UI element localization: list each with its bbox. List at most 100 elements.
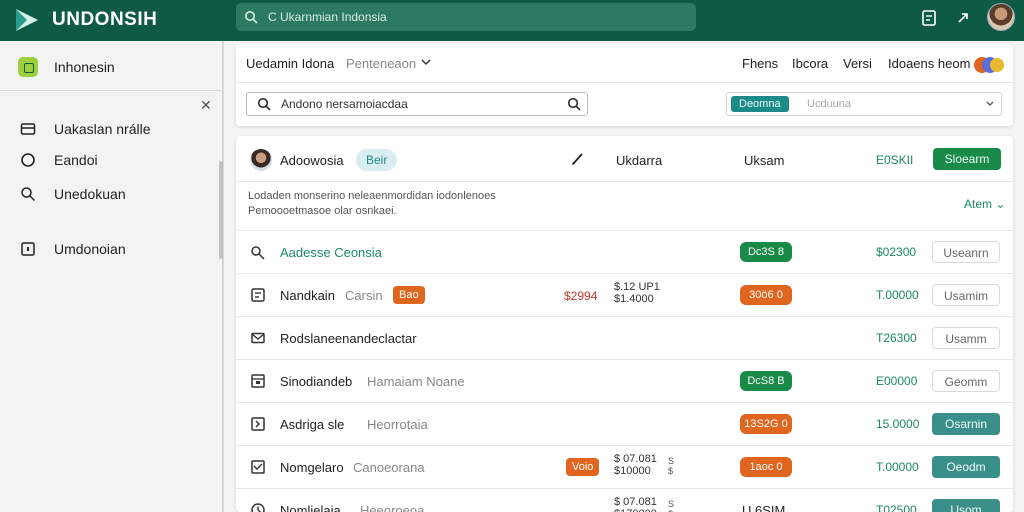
- search-icon: [257, 97, 271, 111]
- tab-3[interactable]: Versi: [843, 56, 872, 71]
- item-action-button[interactable]: Geomm: [932, 370, 1000, 392]
- status-badge: DcS8 B: [740, 371, 792, 391]
- panel-title: Uedamin Idona: [246, 56, 335, 71]
- item-amount: T02500: [876, 503, 917, 512]
- item-action-button[interactable]: Usamm: [932, 327, 1000, 349]
- logo-icon[interactable]: [14, 7, 40, 33]
- divider: [236, 82, 1013, 83]
- more-toggle[interactable]: Atem ⌄: [964, 197, 1005, 211]
- item-subtitle: Heorrotaia: [367, 417, 428, 432]
- item-subtitle: Carsin: [345, 288, 383, 303]
- header-amount: E0SKII: [876, 153, 914, 167]
- header-col-2: Uksam: [744, 153, 785, 168]
- filter-select[interactable]: Deomna Ucduuna: [726, 92, 1002, 116]
- item-action-button[interactable]: Usamim: [932, 284, 1000, 306]
- key-icon: [251, 246, 265, 260]
- list-item[interactable]: Nomlielaia Heeoroeoa $ 07.081 $170000 S $ U.…: [236, 488, 1013, 512]
- item-tag[interactable]: Voio: [566, 458, 600, 476]
- list-item[interactable]: Rodslaneenandeclactar T26300 Usamm: [236, 316, 1013, 359]
- user-avatar[interactable]: [987, 3, 1015, 31]
- brand-name: UNDONSIH: [52, 9, 158, 30]
- item-tag[interactable]: Bao: [393, 286, 425, 304]
- global-search-text: C Ukarnmian Indonsia: [268, 10, 387, 24]
- tab-2[interactable]: Ibcora: [792, 56, 828, 71]
- list-item[interactable]: Nomgelaro Canoeorana Voio $ 07.081 $10000 S …: [236, 445, 1013, 488]
- item-action-button[interactable]: Osarnin: [932, 413, 1000, 435]
- status-badge: 30ö6 0: [740, 285, 792, 305]
- top-bar: UNDONSIH C Ukarnmian Indonsia: [0, 0, 1024, 41]
- item-name: Nomlielaia: [280, 503, 341, 512]
- sidebar-item-label: Eandoi: [54, 152, 98, 168]
- description-line-2: Pemoooetmasoe olar osnkaei.: [248, 205, 397, 217]
- tab-1[interactable]: Fhens: [742, 56, 778, 71]
- collaborator-avatars[interactable]: [972, 54, 1006, 76]
- item-amount: T.00000: [876, 460, 919, 474]
- list-item[interactable]: Sinodiandeb Hamaiam Noane DcS8 B E00000 Geom…: [236, 359, 1013, 402]
- list-item[interactable]: Asdriga sle Heorrotaia 13S2G 0 15.0000 Osarn…: [236, 402, 1013, 445]
- description-line-1: Lodaden monserino neleaenmordidan iodonl…: [248, 190, 496, 202]
- header-name: Adoowosia: [280, 153, 344, 168]
- square-dot-icon: [21, 242, 35, 256]
- item-amount: E00000: [876, 374, 918, 388]
- panel-subtitle: Penteneaon: [346, 56, 417, 71]
- item-name: Nomgelaro: [280, 460, 344, 475]
- item-subtitle: Canoeorana: [353, 460, 425, 475]
- sidebar-item-label: Umdonoian: [54, 241, 126, 257]
- header-tag[interactable]: Beir: [356, 149, 398, 171]
- item-name: Rodslaneenandeclactar: [280, 331, 417, 346]
- list-header-row[interactable]: Adoowosia Beir Ukdarra Uksam E0SKII Sloe…: [236, 136, 1013, 182]
- item-name: Aadesse Ceonsia: [280, 245, 382, 260]
- status-badge: 13S2G 0: [740, 414, 792, 434]
- clipboard-icon[interactable]: [918, 7, 940, 29]
- sidebar-scrollbar[interactable]: [219, 161, 223, 259]
- item-amount: T.00000: [876, 288, 919, 302]
- panel-search-text: Andono nersamoiacdaa: [281, 97, 408, 111]
- filter-placeholder: Ucduuna: [807, 98, 852, 110]
- sidebar-item-4[interactable]: Umdonoian: [0, 235, 222, 263]
- item-action-button[interactable]: Oeodm: [932, 456, 1000, 478]
- circle-icon: [21, 153, 35, 167]
- tab-4[interactable]: Idoaens heom: [888, 56, 970, 71]
- sidebar-item-2[interactable]: Eandoi: [0, 146, 222, 174]
- box-icon: [251, 374, 265, 388]
- item-name: Asdriga sle: [280, 417, 345, 432]
- mail-icon: [251, 332, 265, 344]
- sidebar: Inhonesin ✕ Uakaslan nrálle Eandoi Unedo…: [0, 41, 224, 512]
- search-icon: [21, 187, 36, 202]
- chart-box-icon: [251, 460, 265, 474]
- item-mini-symbols: S $: [668, 456, 675, 476]
- chevron-down-icon: [986, 101, 994, 106]
- item-column-value: U.6SIM: [742, 503, 786, 512]
- sidebar-header[interactable]: Inhonesin: [0, 41, 222, 91]
- list-item[interactable]: Aadesse Ceonsia Dc3S 8 $02300 Useanrn: [236, 230, 1013, 273]
- item-mini-symbols: S $: [668, 499, 675, 512]
- item-action-button[interactable]: Useanrn: [932, 241, 1000, 263]
- list-card: Adoowosia Beir Ukdarra Uksam E0SKII Sloe…: [236, 136, 1013, 512]
- arrow-box-icon: [251, 417, 265, 431]
- list-item[interactable]: Nandkain Carsin Bao $2994 $.12 UP1 $1.4000 30…: [236, 273, 1013, 316]
- pen-icon[interactable]: [570, 151, 586, 167]
- global-search-input[interactable]: C Ukarnmian Indonsia: [236, 3, 696, 31]
- expand-icon[interactable]: [952, 7, 974, 29]
- clock-icon: [251, 503, 265, 512]
- form-icon: [251, 288, 265, 302]
- item-subtitle: Heeoroeoa: [360, 503, 425, 512]
- search-icon: [245, 11, 258, 24]
- more-label: Atem: [964, 197, 993, 211]
- item-mini-values: $ 07.081 $170000: [614, 496, 657, 512]
- filter-chip[interactable]: Deomna: [731, 96, 789, 112]
- sidebar-item-3[interactable]: Unedokuan: [0, 180, 222, 208]
- item-name: Nandkain: [280, 288, 335, 303]
- sidebar-item-label: Unedokuan: [54, 186, 126, 202]
- item-amount: 15.0000: [876, 417, 920, 431]
- header-action-button[interactable]: Sloearm: [933, 148, 1001, 170]
- close-icon[interactable]: ✕: [200, 97, 212, 114]
- search-submit-icon[interactable]: [567, 97, 581, 111]
- sidebar-item-1[interactable]: Uakaslan nrálle: [0, 115, 222, 143]
- avatar: [250, 149, 272, 171]
- chevron-down-icon[interactable]: [420, 56, 432, 68]
- panel-search-input[interactable]: Andono nersamoiacdaa: [246, 92, 588, 116]
- item-name: Sinodiandeb: [280, 374, 353, 389]
- item-action-button[interactable]: Usom: [932, 499, 1000, 512]
- chevron-down-icon: ⌄: [995, 197, 1006, 211]
